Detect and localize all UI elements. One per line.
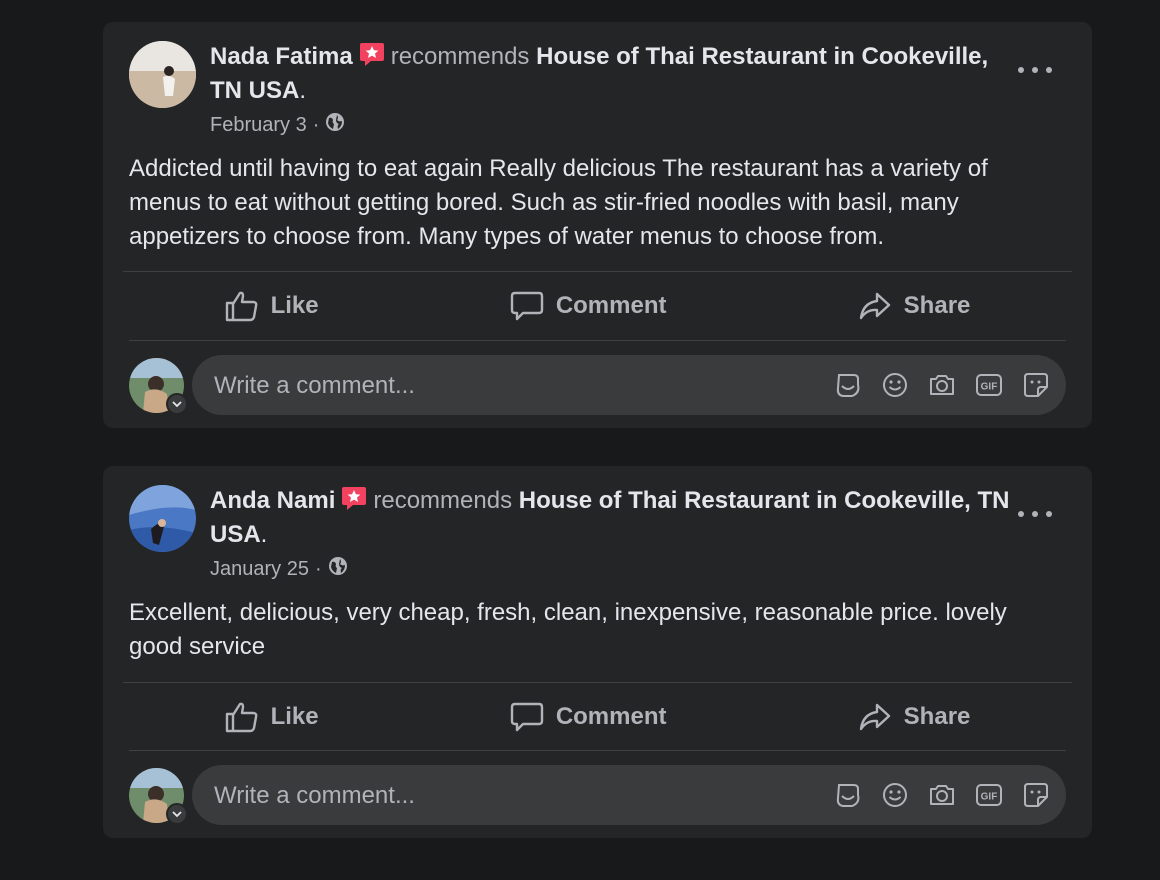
comment-composer: GIF	[129, 355, 1066, 417]
camera-icon[interactable]	[928, 371, 956, 399]
avatar-sticker-icon[interactable]	[834, 781, 862, 809]
like-button[interactable]: Like	[225, 701, 319, 733]
svg-text:GIF: GIF	[981, 382, 998, 393]
chevron-down-icon[interactable]	[166, 803, 188, 825]
comment-input[interactable]	[212, 765, 776, 827]
emoji-icon[interactable]	[881, 371, 909, 399]
post-card: Anda Nami recommends House of Thai Restau…	[103, 466, 1092, 838]
share-label: Share	[903, 703, 971, 730]
gif-icon[interactable]: GIF	[975, 781, 1003, 809]
recommend-verb: recommends	[390, 43, 530, 70]
post-date[interactable]: January 25	[210, 558, 309, 581]
more-options-icon[interactable]	[1018, 60, 1052, 80]
share-button[interactable]: Share	[858, 701, 971, 733]
meta-separator: ·	[312, 113, 320, 136]
speech-bubble-icon	[510, 701, 544, 733]
post-text: Addicted until having to eat again Reall…	[129, 155, 988, 250]
share-button[interactable]: Share	[858, 290, 971, 322]
comment-button[interactable]: Comment	[510, 290, 667, 322]
post-meta: January 25 ·	[210, 556, 348, 582]
author-name[interactable]: Anda Nami	[210, 487, 335, 514]
like-label: Like	[270, 292, 319, 319]
gif-icon[interactable]: GIF	[975, 371, 1003, 399]
place-suffix: .	[260, 521, 268, 548]
place-suffix: .	[299, 77, 307, 104]
thumbs-up-icon	[225, 290, 259, 322]
post-actions: Like Comment Share	[129, 690, 1066, 744]
svg-text:GIF: GIF	[981, 792, 998, 803]
divider	[129, 750, 1066, 751]
divider	[123, 271, 1072, 272]
avatar-sticker-icon[interactable]	[834, 371, 862, 399]
author-avatar[interactable]	[129, 41, 196, 108]
more-options-icon[interactable]	[1018, 504, 1052, 524]
post-actions: Like Comment Share	[129, 279, 1066, 333]
comment-label: Comment	[555, 703, 667, 730]
sticker-icon[interactable]	[1022, 371, 1050, 399]
sticker-icon[interactable]	[1022, 781, 1050, 809]
post-card: Nada Fatima recommends House of Thai Rest…	[103, 22, 1092, 428]
comment-input[interactable]	[212, 355, 776, 417]
share-arrow-icon	[858, 290, 892, 322]
share-label: Share	[903, 292, 971, 319]
meta-separator: ·	[314, 557, 322, 580]
post-meta: February 3 ·	[210, 112, 345, 138]
post-header: Anda Nami recommends House of Thai Restau…	[210, 484, 1010, 552]
comment-box: GIF	[192, 765, 1066, 827]
post-date[interactable]: February 3	[210, 114, 307, 137]
recommend-star-icon	[359, 41, 385, 67]
thumbs-up-icon	[225, 701, 259, 733]
recommend-star-icon	[341, 485, 367, 511]
comment-button[interactable]: Comment	[510, 701, 667, 733]
divider	[129, 340, 1066, 341]
comment-label: Comment	[555, 292, 667, 319]
comment-box: GIF	[192, 355, 1066, 417]
globe-icon	[328, 556, 348, 582]
post-text: Excellent, delicious, very cheap, fresh,…	[129, 599, 1007, 660]
post-header: Nada Fatima recommends House of Thai Rest…	[210, 40, 1010, 108]
emoji-icon[interactable]	[881, 781, 909, 809]
speech-bubble-icon	[510, 290, 544, 322]
share-arrow-icon	[858, 701, 892, 733]
comment-composer: GIF	[129, 765, 1066, 827]
like-label: Like	[270, 703, 319, 730]
comment-tools: GIF	[834, 371, 1050, 399]
camera-icon[interactable]	[928, 781, 956, 809]
author-name[interactable]: Nada Fatima	[210, 43, 353, 70]
chevron-down-icon[interactable]	[166, 393, 188, 415]
author-avatar[interactable]	[129, 485, 196, 552]
recommend-verb: recommends	[373, 487, 513, 514]
like-button[interactable]: Like	[225, 290, 319, 322]
globe-icon	[325, 112, 345, 138]
comment-tools: GIF	[834, 781, 1050, 809]
divider	[123, 682, 1072, 683]
